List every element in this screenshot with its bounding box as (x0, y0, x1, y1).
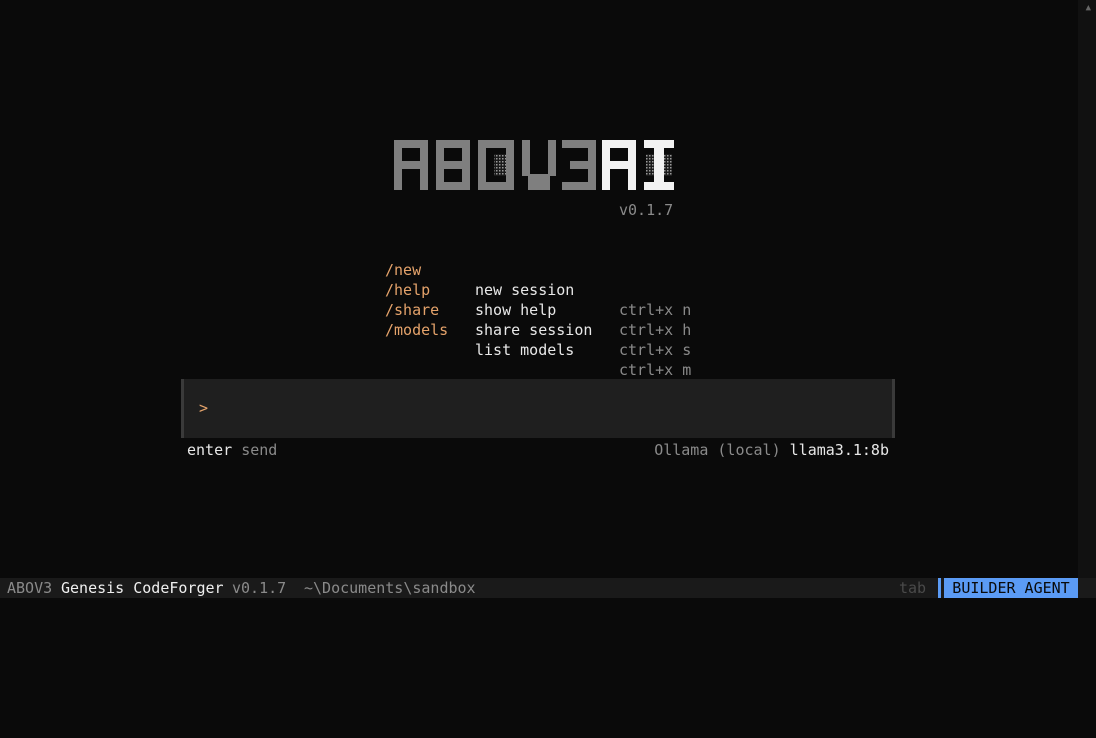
provider-label: Ollama (local) (654, 441, 781, 459)
app-name: Genesis CodeForger (61, 579, 224, 597)
command-row-share[interactable]: /share share session ctrl+x s (385, 280, 691, 359)
model-label[interactable]: llama3.1:8b (790, 441, 889, 459)
prompt-caret-icon: > (199, 399, 209, 417)
agent-badge[interactable]: BUILDER AGENT (944, 578, 1078, 598)
command-description: new session (475, 281, 575, 299)
command-description: share session (475, 321, 593, 339)
enter-key-label: enter (187, 441, 233, 459)
command-shortcut: ctrl+x s (619, 341, 692, 359)
working-directory: ~\Documents\sandbox (304, 579, 476, 597)
prompt-input[interactable] (218, 393, 872, 425)
status-bar: ABOV3 Genesis CodeForger v0.1.7 ~\Docume… (0, 578, 1096, 598)
command-shortcut: ctrl+x h (619, 321, 692, 339)
command-shortcut: ctrl+x m (619, 361, 692, 379)
app-prefix: ABOV3 (7, 579, 53, 597)
command-shortcut: ctrl+x n (619, 301, 692, 319)
abov3-ai-logo (394, 140, 674, 190)
send-hint: enter send (187, 441, 277, 459)
tab-hint: tab (899, 579, 927, 597)
model-info[interactable]: Ollama (local) llama3.1:8b (654, 441, 889, 459)
command-name[interactable]: /models (385, 320, 448, 340)
command-row-new[interactable]: /new new session ctrl+x n (385, 240, 691, 319)
command-description: list models (475, 341, 575, 359)
version-label: v0.1.7 (619, 201, 674, 219)
agent-divider (938, 578, 941, 598)
scroll-up-arrow-icon[interactable]: ▲ (1086, 3, 1091, 13)
command-row-models[interactable]: /models list models ctrl+x m (385, 300, 691, 379)
send-label: send (241, 441, 278, 459)
prompt-box[interactable]: > (181, 379, 895, 438)
command-row-help[interactable]: /help show help ctrl+x h (385, 260, 691, 339)
command-description: show help (475, 301, 557, 319)
scrollbar[interactable]: ▲ (1078, 0, 1096, 578)
app-version: v0.1.7 (232, 579, 287, 597)
